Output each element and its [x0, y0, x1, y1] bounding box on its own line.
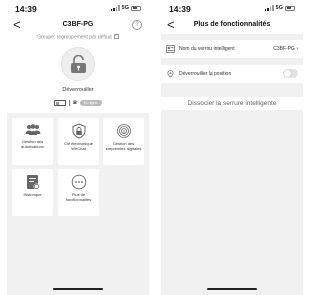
lock-home-screen: 14:39 5G 99 < C3BF-PG ? Groupe: regroupe…	[7, 0, 149, 295]
dissociate-lock-button[interactable]: Dissocier la serrure intelligente	[161, 97, 303, 110]
lock-name-icon	[166, 45, 175, 53]
more-icon	[71, 174, 86, 190]
settings-list: Nom du verrou intelligent C3BF-PG › Déve…	[161, 34, 303, 295]
status-icons: 5G 99	[111, 5, 141, 11]
battery-level: 99	[133, 6, 137, 10]
status-bar: 14:39 5G 99	[161, 0, 303, 18]
padlock-icon	[71, 55, 86, 73]
tile-wechat-key[interactable]: Clé électronique WeChat	[58, 118, 99, 165]
network-label: 5G	[121, 5, 129, 11]
lock-battery-icon	[54, 100, 67, 106]
tile-label: Clé électronique WeChat	[64, 141, 93, 151]
unlock-label: Déverrouiller	[62, 87, 94, 93]
status-icons: 5G 99	[265, 5, 295, 11]
home-indicator[interactable]	[207, 288, 257, 290]
divider	[69, 100, 71, 106]
device-status-row: ʙ En ligne	[7, 100, 149, 106]
chevron-right-icon: ›	[296, 45, 298, 52]
nav-bar: < C3BF-PG ?	[7, 18, 149, 34]
status-time: 14:39	[15, 4, 37, 14]
status-badge: En ligne	[79, 100, 102, 106]
history-icon	[26, 175, 39, 190]
tile-authorization[interactable]: Gestion des autorisations	[12, 118, 53, 165]
lock-name-row[interactable]: Nom du verrou intelligent C3BF-PG ›	[161, 40, 303, 58]
unlock-button[interactable]	[61, 47, 95, 81]
edit-icon	[113, 34, 119, 39]
group-label-text: Groupe: regroupement par défaut	[37, 34, 112, 41]
position-unlock-row: Déverrouiller la position	[161, 65, 303, 83]
tile-more-features[interactable]: Plus de fonctionnalités	[58, 169, 99, 216]
tile-fingerprints[interactable]: Gestion des empreintes digitales	[103, 118, 144, 165]
lock-name-value: C3BF-PG ›	[273, 46, 298, 52]
lock-name-text: C3BF-PG	[273, 45, 295, 52]
feature-grid: Gestion des autorisations Clé électroniq…	[7, 113, 149, 295]
home-indicator[interactable]	[53, 288, 103, 290]
battery-icon: 99	[285, 5, 295, 11]
signal-icon	[111, 5, 120, 11]
tile-history[interactable]: Historique	[12, 169, 53, 216]
page-title: C3BF-PG	[62, 21, 94, 28]
location-icon	[167, 70, 174, 78]
status-bar: 14:39 5G 99	[7, 0, 149, 18]
tile-label: Historique	[23, 192, 42, 197]
fingerprint-icon	[116, 124, 131, 138]
tile-label: Plus de fonctionnalités	[65, 192, 92, 202]
help-icon[interactable]: ?	[132, 20, 142, 30]
users-icon	[25, 124, 40, 135]
position-unlock-label: Déverrouiller la position	[179, 70, 232, 77]
status-time: 14:39	[169, 4, 191, 14]
signal-icon	[265, 5, 274, 11]
position-unlock-toggle[interactable]	[283, 69, 298, 78]
battery-level: 99	[287, 6, 291, 10]
group-label[interactable]: Groupe: regroupement par défaut	[7, 34, 149, 41]
battery-icon: 99	[131, 5, 141, 11]
lock-name-label: Nom du verrou intelligent	[179, 45, 235, 52]
electronic-key-icon	[72, 123, 85, 139]
bluetooth-icon: ʙ	[73, 100, 77, 106]
tile-label: Gestion des autorisations	[21, 139, 44, 149]
nav-bar: < Plus de fonctionnalités	[161, 18, 303, 34]
more-features-screen: 14:39 5G 99 < Plus de fonctionnalités No…	[161, 0, 303, 295]
network-label: 5G	[275, 5, 283, 11]
page-title: Plus de fonctionnalités	[193, 21, 271, 28]
tile-label: Gestion des empreintes digitales	[105, 141, 142, 151]
